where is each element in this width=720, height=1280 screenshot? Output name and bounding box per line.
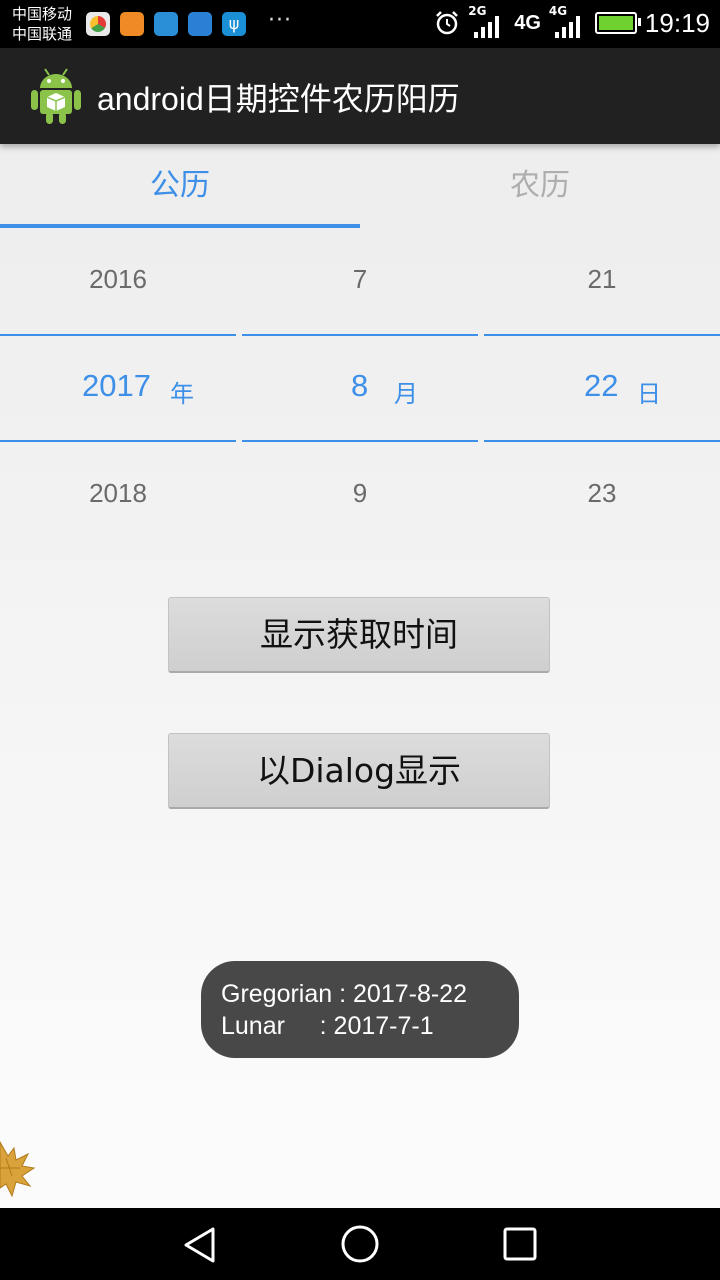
signal-2-bars-icon (554, 14, 580, 38)
year-selection-line-bottom (0, 440, 236, 442)
month-next[interactable]: 9 (242, 478, 478, 509)
show-dialog-button[interactable]: 以Dialog显示 (168, 733, 550, 809)
month-unit-label: 月 (394, 380, 418, 408)
alarm-icon (436, 11, 459, 35)
notification-icons: ψ (86, 12, 246, 36)
usb-notification-icon: ψ (222, 12, 246, 36)
android-robot-icon (31, 68, 81, 124)
toast-gregorian-line: Gregorian : 2017-8-22 (221, 980, 467, 1008)
month-selected[interactable]: 8 (351, 368, 368, 404)
day-picker[interactable]: 21 22 日 23 (484, 228, 720, 548)
signal-1-bars-icon (474, 14, 500, 38)
year-prev[interactable]: 2016 (0, 264, 236, 295)
status-bar: 中国移动 中国联通 ψ ··· 2G 4G 4G 19:19 (0, 0, 720, 48)
tv-notification-icon (154, 12, 178, 36)
browser-notification-icon (86, 12, 110, 36)
status-indicators: 2G 4G 4G 19:19 (434, 4, 710, 40)
action-bar: android日期控件农历阳历 (0, 48, 720, 144)
day-unit-label: 日 (637, 380, 661, 408)
day-selection-line-top (484, 334, 720, 336)
signal-2: 4G (549, 4, 587, 40)
month-picker[interactable]: 7 8 月 9 (242, 228, 478, 548)
toast-lunar-line: Lunar : 2017-7-1 (221, 1012, 434, 1040)
battery-icon (594, 12, 641, 34)
navigation-bar (0, 1208, 720, 1280)
clock: 19:19 (644, 7, 710, 38)
signal-1: 2G (468, 4, 506, 40)
home-circle-icon[interactable] (340, 1224, 380, 1264)
calendar-tabs: 公历 农历 (0, 144, 720, 228)
more-notifications-icon: ··· (268, 8, 292, 33)
maple-leaf-icon (0, 1140, 36, 1198)
day-next[interactable]: 23 (484, 478, 720, 509)
year-selected[interactable]: 2017 (82, 368, 151, 404)
carrier-1: 中国移动 (12, 5, 73, 23)
result-toast: Gregorian : 2017-8-22 Lunar : 2017-7-1 (201, 961, 519, 1058)
uc-browser-notification-icon (120, 12, 144, 36)
tab-gregorian[interactable]: 公历 (0, 144, 360, 228)
year-selection-line-top (0, 334, 236, 336)
day-selected[interactable]: 22 (584, 368, 618, 404)
month-selection-line-top (242, 334, 478, 336)
tab-lunar[interactable]: 农历 (360, 144, 720, 228)
show-time-button[interactable]: 显示获取时间 (168, 597, 550, 673)
app-title: android日期控件农历阳历 (97, 81, 460, 117)
back-triangle-icon[interactable] (182, 1226, 218, 1264)
month-prev[interactable]: 7 (242, 264, 478, 295)
year-unit-label: 年 (170, 380, 194, 408)
health-notification-icon (188, 12, 212, 36)
year-next[interactable]: 2018 (0, 478, 236, 509)
day-selection-line-bottom (484, 440, 720, 442)
year-picker[interactable]: 2016 2017 年 2018 (0, 228, 236, 548)
network-type-2: 4G (514, 11, 541, 34)
day-prev[interactable]: 21 (484, 264, 720, 295)
carrier-labels: 中国移动 中国联通 (12, 4, 72, 44)
month-selection-line-bottom (242, 440, 478, 442)
recents-square-icon[interactable] (502, 1226, 538, 1262)
carrier-2: 中国联通 (12, 25, 73, 43)
